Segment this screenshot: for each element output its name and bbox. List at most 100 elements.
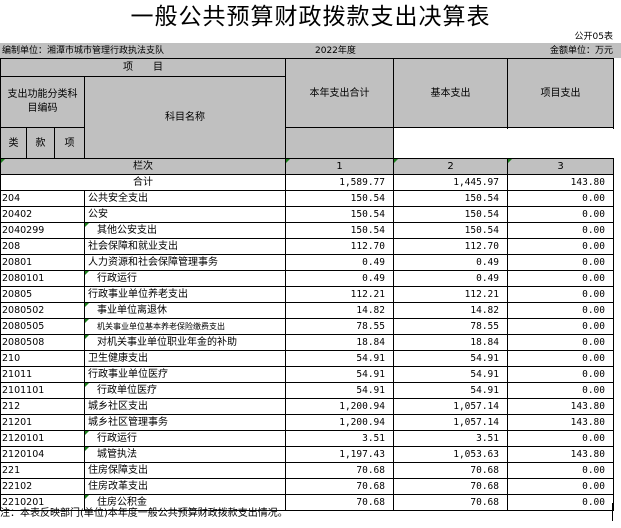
subject-code: 2101101: [0, 382, 85, 399]
table-row: 210 卫生健康支出 54.91 54.91 0.00: [0, 350, 614, 367]
subject-code: 2080101: [0, 270, 85, 287]
basic-amount: 1,057.14: [393, 414, 508, 431]
spreadsheet-sheet: 一般公共预算财政拨款支出决算表 公开05表 编制单位：湘潭市城市管理行政执法支队…: [0, 0, 621, 528]
table-row: 21011 行政事业单位医疗 54.91 54.91 0.00: [0, 366, 614, 383]
project-amount: 0.00: [507, 206, 614, 223]
subject-name: 人力资源和社会保障管理事务: [84, 254, 286, 271]
table-row: 20402 公安 150.54 150.54 0.00: [0, 206, 614, 223]
total-amount: 150.54: [285, 190, 394, 207]
basic-amount: 150.54: [393, 206, 508, 223]
project-amount: 0.00: [507, 238, 614, 255]
basic-amount: 14.82: [393, 302, 508, 319]
subject-code: 22102: [0, 478, 85, 495]
project-amount: 0.00: [507, 494, 614, 511]
subject-name: 机关事业单位基本养老保险缴费支出: [84, 318, 286, 335]
total-amount: 0.49: [285, 270, 394, 287]
basic-amount: 18.84: [393, 334, 508, 351]
compiling-unit: 编制单位：湘潭市城市管理行政执法支队: [2, 46, 165, 56]
total-amount: 1,200.94: [285, 414, 394, 431]
form-number: 公开05表: [574, 32, 613, 42]
table-row: 20801 人力资源和社会保障管理事务 0.49 0.49 0.00: [0, 254, 614, 271]
project-amount: 0.00: [507, 382, 614, 399]
subject-code: 2120101: [0, 430, 85, 447]
project-amount: 0.00: [507, 286, 614, 303]
table-row: 204 公共安全支出 150.54 150.54 0.00: [0, 190, 614, 207]
total-amount: 0.49: [285, 254, 394, 271]
total-amount: 3.51: [285, 430, 394, 447]
subject-name: 公安: [84, 206, 286, 223]
subject-name: 对机关事业单位职业年金的补助: [84, 334, 286, 351]
total-amount: 112.70: [285, 238, 394, 255]
total-amount: 1,197.43: [285, 446, 394, 463]
fiscal-year: 2022年度: [315, 46, 356, 56]
total-row: 合计 1,589.77 1,445.97 143.80: [0, 174, 614, 191]
basic-header: 基本支出: [393, 58, 508, 128]
total-amount: 70.68: [285, 462, 394, 479]
table-row: 20805 行政事业单位养老支出 112.21 112.21 0.00: [0, 286, 614, 303]
table-row: 2101101 行政单位医疗 54.91 54.91 0.00: [0, 382, 614, 399]
project-amount: 0.00: [507, 190, 614, 207]
total-basic: 1,445.97: [393, 174, 508, 191]
total-header: 本年支出合计: [285, 58, 394, 128]
kuan-header: 款: [26, 127, 55, 159]
footnote: 注：本表反映部门(单位)本年度一般公共预算财政拨款支出情况。: [0, 508, 288, 519]
project-amount: 143.80: [507, 398, 614, 415]
total-amount: 70.68: [285, 478, 394, 495]
subject-name: 行政事业单位医疗: [84, 366, 286, 383]
table-row: 2080502 事业单位离退休 14.82 14.82 0.00: [0, 302, 614, 319]
col-number-2: 2: [393, 158, 508, 175]
basic-amount: 54.91: [393, 382, 508, 399]
basic-amount: 70.68: [393, 462, 508, 479]
subject-name: 行政运行: [84, 270, 286, 287]
expenditure-table: 项 目 本年支出合计 基本支出 项目支出 支出功能分类科目编码 科目名称 类 款…: [0, 58, 614, 511]
basic-amount: 150.54: [393, 190, 508, 207]
subject-code: 21201: [0, 414, 85, 431]
project-amount: 0.00: [507, 302, 614, 319]
total-amount: 1,200.94: [285, 398, 394, 415]
subject-code: 2080505: [0, 318, 85, 335]
subject-name: 城乡社区管理事务: [84, 414, 286, 431]
table-row: 22102 住房改革支出 70.68 70.68 0.00: [0, 478, 614, 495]
xiang-header: 项: [54, 127, 85, 159]
subject-code: 2040299: [0, 222, 85, 239]
table-row: 208 社会保障和就业支出 112.70 112.70 0.00: [0, 238, 614, 255]
project-amount: 0.00: [507, 318, 614, 335]
subject-code: 208: [0, 238, 85, 255]
subject-code: 212: [0, 398, 85, 415]
project-amount: 0.00: [507, 270, 614, 287]
subject-code: 20402: [0, 206, 85, 223]
project-amount: 0.00: [507, 430, 614, 447]
basic-amount: 112.70: [393, 238, 508, 255]
total-amount: 112.21: [285, 286, 394, 303]
total-amount: 78.55: [285, 318, 394, 335]
subject-code: 20805: [0, 286, 85, 303]
basic-amount: 0.49: [393, 270, 508, 287]
subject-code: 210: [0, 350, 85, 367]
basic-amount: 54.91: [393, 366, 508, 383]
project-amount: 0.00: [507, 366, 614, 383]
project-amount: 0.00: [507, 222, 614, 239]
total-amount: 14.82: [285, 302, 394, 319]
project-header: 项目支出: [507, 58, 614, 128]
basic-amount: 1,053.63: [393, 446, 508, 463]
sheet-border-line: [612, 503, 613, 521]
subject-code: 2080502: [0, 302, 85, 319]
basic-amount: 70.68: [393, 494, 508, 511]
project-amount: 0.00: [507, 254, 614, 271]
subject-name: 行政事业单位养老支出: [84, 286, 286, 303]
subject-code: 21011: [0, 366, 85, 383]
basic-amount: 54.91: [393, 350, 508, 367]
subject-name: 城乡社区支出: [84, 398, 286, 415]
project-amount: 0.00: [507, 462, 614, 479]
subject-name: 住房改革支出: [84, 478, 286, 495]
lei-header: 类: [0, 127, 27, 159]
lanci-header: [285, 127, 394, 159]
basic-amount: 0.49: [393, 254, 508, 271]
col-number-1: 1: [285, 158, 394, 175]
total-amount: 70.68: [285, 494, 394, 511]
column-numbers-label: 栏次: [0, 158, 286, 175]
total-project: 143.80: [507, 174, 614, 191]
subject-code: 20801: [0, 254, 85, 271]
total-amount: 54.91: [285, 366, 394, 383]
subject-name: 社会保障和就业支出: [84, 238, 286, 255]
